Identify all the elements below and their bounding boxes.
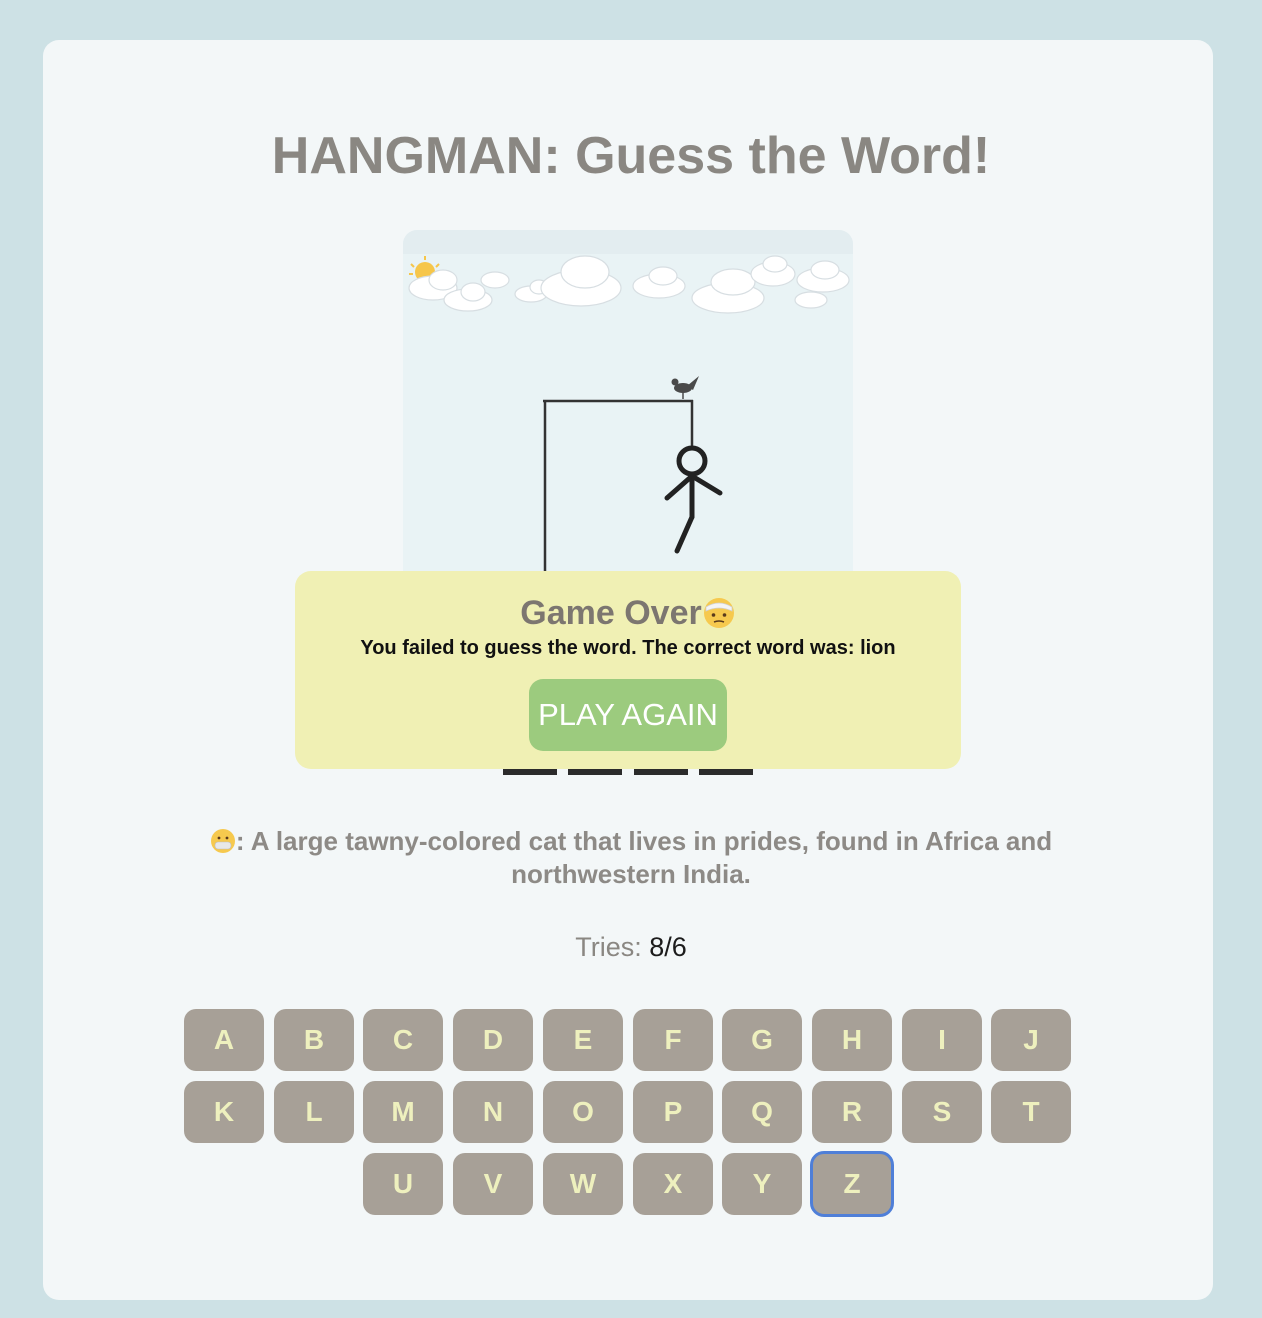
letter-slot bbox=[568, 769, 622, 775]
key-p[interactable]: P bbox=[633, 1081, 713, 1143]
key-g[interactable]: G bbox=[722, 1009, 802, 1071]
key-r[interactable]: R bbox=[812, 1081, 892, 1143]
key-s[interactable]: S bbox=[902, 1081, 982, 1143]
key-z[interactable]: Z bbox=[810, 1151, 894, 1217]
face-with-head-bandage-icon bbox=[703, 598, 734, 628]
key-n[interactable]: N bbox=[453, 1081, 533, 1143]
hint-text: : A large tawny-colored cat that lives i… bbox=[235, 826, 1053, 889]
modal-title: Game Over bbox=[520, 594, 702, 632]
key-j[interactable]: J bbox=[991, 1009, 1071, 1071]
bird-icon bbox=[671, 376, 699, 399]
tries-counter: Tries: 8/6 bbox=[0, 932, 1262, 963]
key-q[interactable]: Q bbox=[722, 1081, 802, 1143]
letter-slot bbox=[634, 769, 688, 775]
key-m[interactable]: M bbox=[363, 1081, 443, 1143]
key-i[interactable]: I bbox=[902, 1009, 982, 1071]
hangman-figure bbox=[664, 445, 723, 554]
cloud-icon bbox=[750, 255, 796, 287]
key-o[interactable]: O bbox=[543, 1081, 623, 1143]
game-over-modal: Game Over You failed to guess the word. … bbox=[295, 571, 961, 769]
cloud-icon bbox=[480, 271, 510, 289]
key-l[interactable]: L bbox=[274, 1081, 354, 1143]
key-e[interactable]: E bbox=[543, 1009, 623, 1071]
key-b[interactable]: B bbox=[274, 1009, 354, 1071]
key-u[interactable]: U bbox=[363, 1153, 443, 1215]
letter-slot bbox=[699, 769, 753, 775]
key-k[interactable]: K bbox=[184, 1081, 264, 1143]
letter-slot bbox=[503, 769, 557, 775]
hint: : A large tawny-colored cat that lives i… bbox=[170, 825, 1092, 891]
hangman-scene bbox=[403, 230, 853, 590]
tries-value: 8/6 bbox=[649, 932, 687, 962]
key-h[interactable]: H bbox=[812, 1009, 892, 1071]
tries-label: Tries: bbox=[575, 932, 650, 962]
key-d[interactable]: D bbox=[453, 1009, 533, 1071]
cloud-icon bbox=[632, 266, 686, 299]
play-again-button[interactable]: PLAY AGAIN bbox=[529, 679, 727, 751]
cloud-icon bbox=[794, 291, 828, 309]
key-y[interactable]: Y bbox=[722, 1153, 802, 1215]
modal-title-row: Game Over bbox=[295, 593, 961, 633]
cloud-icon bbox=[540, 255, 622, 307]
key-w[interactable]: W bbox=[543, 1153, 623, 1215]
page-title: HANGMAN: Guess the Word! bbox=[271, 127, 991, 185]
modal-message: You failed to guess the word. The correc… bbox=[360, 637, 896, 659]
key-c[interactable]: C bbox=[363, 1009, 443, 1071]
key-f[interactable]: F bbox=[633, 1009, 713, 1071]
hangman-drawing bbox=[408, 255, 850, 590]
key-x[interactable]: X bbox=[633, 1153, 713, 1215]
cloud-icon bbox=[796, 260, 850, 293]
key-a[interactable]: A bbox=[184, 1009, 264, 1071]
face-with-mask-icon bbox=[210, 829, 235, 853]
key-t[interactable]: T bbox=[991, 1081, 1071, 1143]
key-v[interactable]: V bbox=[453, 1153, 533, 1215]
